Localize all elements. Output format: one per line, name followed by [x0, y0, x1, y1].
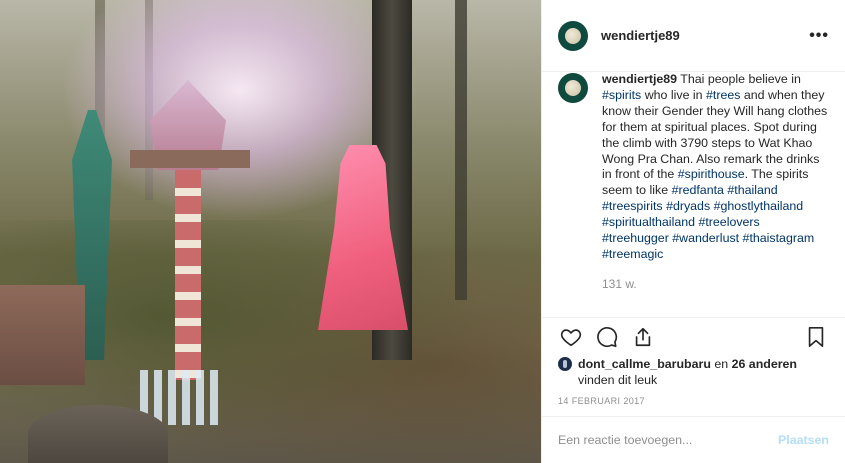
hashtag-link[interactable]: #dryads: [666, 199, 710, 213]
comment-button[interactable]: [594, 324, 620, 350]
save-button[interactable]: [803, 324, 829, 350]
hashtag-link[interactable]: #thailand: [727, 183, 777, 197]
hashtag-link[interactable]: #ghostlythailand: [714, 199, 804, 213]
likes-suffix: vinden dit leuk: [578, 373, 658, 387]
photo-spirit-house-post: [175, 170, 201, 380]
heart-icon: [560, 329, 582, 347]
hashtag-link[interactable]: #trees: [706, 88, 740, 102]
bookmark-icon: [808, 327, 824, 347]
hashtag-link[interactable]: #treemagic: [602, 247, 663, 261]
share-icon: [635, 327, 651, 347]
hashtag-link[interactable]: #thaistagram: [743, 231, 815, 245]
avatar-icon: [565, 80, 581, 96]
photo-pot: [0, 285, 85, 385]
caption-text-segment: who live in: [641, 87, 706, 102]
likes-summary: dont_callme_barubaru en 26 anderen vinde…: [542, 356, 845, 388]
photo-spirit-house-base: [130, 150, 250, 168]
hashtag-link[interactable]: #redfanta: [672, 183, 724, 197]
avatar[interactable]: [558, 20, 588, 51]
post-comment-button[interactable]: Plaatsen: [778, 433, 829, 447]
comment-time[interactable]: 131 w.: [602, 277, 829, 291]
caption-text: wendiertje89 Thai people believe in #spi…: [602, 72, 829, 263]
post-side-panel: wendiertje89 ••• wendiertje89 Thai peopl…: [541, 0, 845, 463]
hashtag-link[interactable]: #treelovers: [698, 215, 759, 229]
caption-body: Thai people believe in #spirits who live…: [602, 72, 827, 261]
share-button[interactable]: [630, 324, 656, 350]
more-options-icon[interactable]: •••: [809, 27, 829, 45]
hashtag-link[interactable]: #spirits: [602, 88, 641, 102]
hashtag-link[interactable]: #wanderlust: [672, 231, 739, 245]
instagram-post: wendiertje89 ••• wendiertje89 Thai peopl…: [0, 0, 845, 463]
likes-count[interactable]: 26 anderen: [732, 357, 797, 371]
liker-avatar-icon: [558, 357, 572, 371]
likes-text: dont_callme_barubaru en 26 anderen vinde…: [578, 356, 797, 388]
likes-conjunction: en: [710, 357, 732, 371]
post-date[interactable]: 14 FEBRUARI 2017: [542, 388, 845, 417]
photo-tree-trunk: [455, 0, 467, 300]
hashtag-link[interactable]: #spiritualthailand: [602, 215, 695, 229]
action-bar: [542, 318, 845, 356]
comment-icon: [597, 327, 618, 348]
comments-area: wendiertje89 Thai people believe in #spi…: [542, 72, 845, 318]
hashtag-link[interactable]: #treehugger: [602, 231, 669, 245]
caption-text-segment: Thai people believe in: [680, 72, 801, 86]
caption-comment: wendiertje89 Thai people believe in #spi…: [558, 72, 829, 263]
hashtag-link[interactable]: #treespirits: [602, 199, 663, 213]
comment-input[interactable]: [558, 433, 779, 447]
hashtag-link[interactable]: #spirithouse: [678, 167, 745, 181]
post-photo[interactable]: [0, 0, 541, 463]
avatar-icon: [565, 27, 581, 44]
post-header: wendiertje89 •••: [542, 0, 845, 72]
liker-username[interactable]: dont_callme_barubaru: [578, 357, 711, 371]
header-username[interactable]: wendiertje89: [601, 28, 809, 43]
caption-username[interactable]: wendiertje89: [602, 72, 677, 86]
like-button[interactable]: [558, 324, 584, 350]
photo-rock: [28, 405, 168, 463]
avatar[interactable]: [558, 73, 588, 103]
add-comment-bar: Plaatsen: [542, 417, 845, 463]
